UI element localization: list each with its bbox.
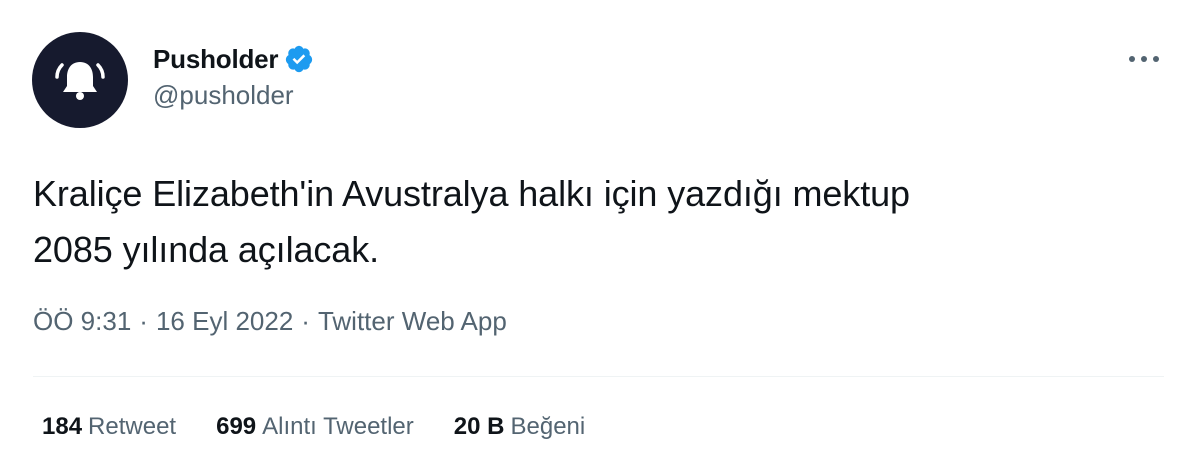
meta-separator: · xyxy=(301,306,310,336)
user-handle[interactable]: @pusholder xyxy=(153,80,294,111)
bell-icon xyxy=(55,62,105,100)
tweet-time[interactable]: ÖÖ 9:31 xyxy=(33,306,131,336)
avatar[interactable] xyxy=(32,32,128,128)
tweet-source[interactable]: Twitter Web App xyxy=(318,306,507,336)
tweet-meta: ÖÖ 9:31 · 16 Eyl 2022 · Twitter Web App xyxy=(33,306,507,337)
quote-count: 699 xyxy=(216,413,257,440)
tweet-stats: 184 Retweet 699 Alıntı Tweetler 20 B Beğ… xyxy=(42,413,625,441)
more-options-button[interactable] xyxy=(1124,42,1164,76)
tweet-text-line: 2085 yılında açılacak. xyxy=(33,229,380,270)
quote-stat[interactable]: 699 Alıntı Tweetler xyxy=(216,413,414,441)
like-label: Beğeni xyxy=(510,413,586,440)
tweet-text-line: Kraliçe Elizabeth'in Avustralya halkı iç… xyxy=(33,173,910,214)
display-name-row: Pusholder xyxy=(153,40,314,78)
meta-separator: · xyxy=(139,306,148,336)
tweet-card: Pusholder @pusholder Kraliçe Elizabeth'i… xyxy=(0,0,1196,474)
retweet-count: 184 xyxy=(42,413,83,440)
retweet-label: Retweet xyxy=(88,413,177,440)
verified-badge-icon xyxy=(286,45,313,73)
retweet-stat[interactable]: 184 Retweet xyxy=(42,413,176,441)
like-count: 20 B xyxy=(453,413,505,440)
display-name[interactable]: Pusholder xyxy=(153,44,279,75)
tweet-text: Kraliçe Elizabeth'in Avustralya halkı iç… xyxy=(33,166,1173,278)
quote-label: Alıntı Tweetler xyxy=(262,413,414,440)
tweet-date[interactable]: 16 Eyl 2022 xyxy=(156,306,293,336)
divider xyxy=(33,376,1164,377)
like-stat[interactable]: 20 B Beğeni xyxy=(454,413,585,441)
more-horizontal-icon xyxy=(1129,56,1159,62)
